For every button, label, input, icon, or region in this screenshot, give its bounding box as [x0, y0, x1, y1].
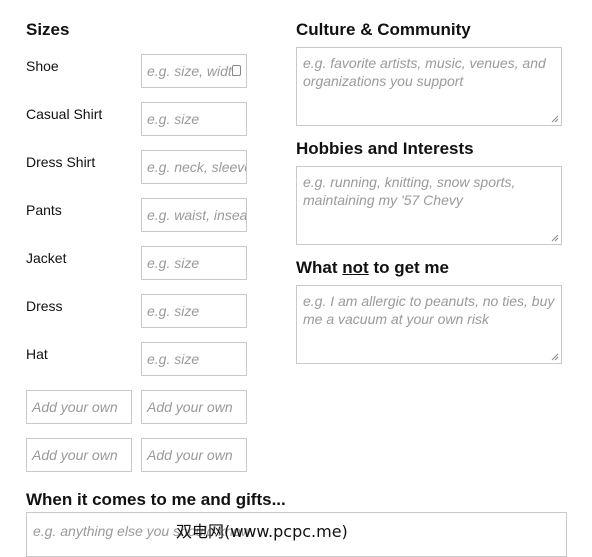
sizes-heading: Sizes — [26, 20, 70, 39]
dress-size-input[interactable]: e.g. size — [141, 294, 247, 328]
pants-label: Pants — [26, 202, 62, 218]
resize-grip-icon[interactable] — [551, 353, 559, 361]
hobbies-heading: Hobbies and Interests — [296, 139, 474, 158]
casual-shirt-size-input[interactable]: e.g. size — [141, 102, 247, 136]
key-icon — [232, 65, 241, 76]
jacket-label: Jacket — [26, 250, 67, 266]
custom-size-label-input[interactable]: Add your own — [26, 390, 132, 424]
custom-size-value-input[interactable]: Add your own — [141, 390, 247, 424]
not-to-get-textarea[interactable]: e.g. I am allergic to peanuts, no ties, … — [296, 285, 562, 364]
resize-grip-icon[interactable] — [551, 115, 559, 123]
hobbies-textarea[interactable]: e.g. running, knitting, snow sports, mai… — [296, 166, 562, 245]
culture-placeholder: e.g. favorite artists, music, venues, an… — [303, 55, 546, 89]
pants-size-input[interactable]: e.g. waist, inseam — [141, 198, 247, 232]
jacket-size-input[interactable]: e.g. size — [141, 246, 247, 280]
shoe-label: Shoe — [26, 58, 59, 74]
hat-size-input[interactable]: e.g. size — [141, 342, 247, 376]
dress-shirt-label: Dress Shirt — [26, 154, 96, 170]
hat-label: Hat — [26, 346, 48, 362]
not-to-get-heading: What not to get me — [296, 258, 450, 277]
culture-heading: Culture & Community — [296, 20, 471, 39]
dress-label: Dress — [26, 298, 63, 314]
culture-textarea[interactable]: e.g. favorite artists, music, venues, an… — [296, 47, 562, 126]
watermark: 双电网(www.pcpc.me) — [176, 522, 348, 541]
resize-grip-icon[interactable] — [551, 234, 559, 242]
not-to-get-placeholder: e.g. I am allergic to peanuts, no ties, … — [303, 293, 555, 327]
gifts-heading: When it comes to me and gifts... — [26, 490, 286, 509]
custom-size-value-input[interactable]: Add your own — [141, 438, 247, 472]
not-emphasis: not — [342, 258, 369, 277]
hobbies-placeholder: e.g. running, knitting, snow sports, mai… — [303, 174, 516, 208]
casual-shirt-label: Casual Shirt — [26, 106, 103, 122]
custom-size-label-input[interactable]: Add your own — [26, 438, 132, 472]
dress-shirt-size-input[interactable]: e.g. neck, sleeve — [141, 150, 247, 184]
